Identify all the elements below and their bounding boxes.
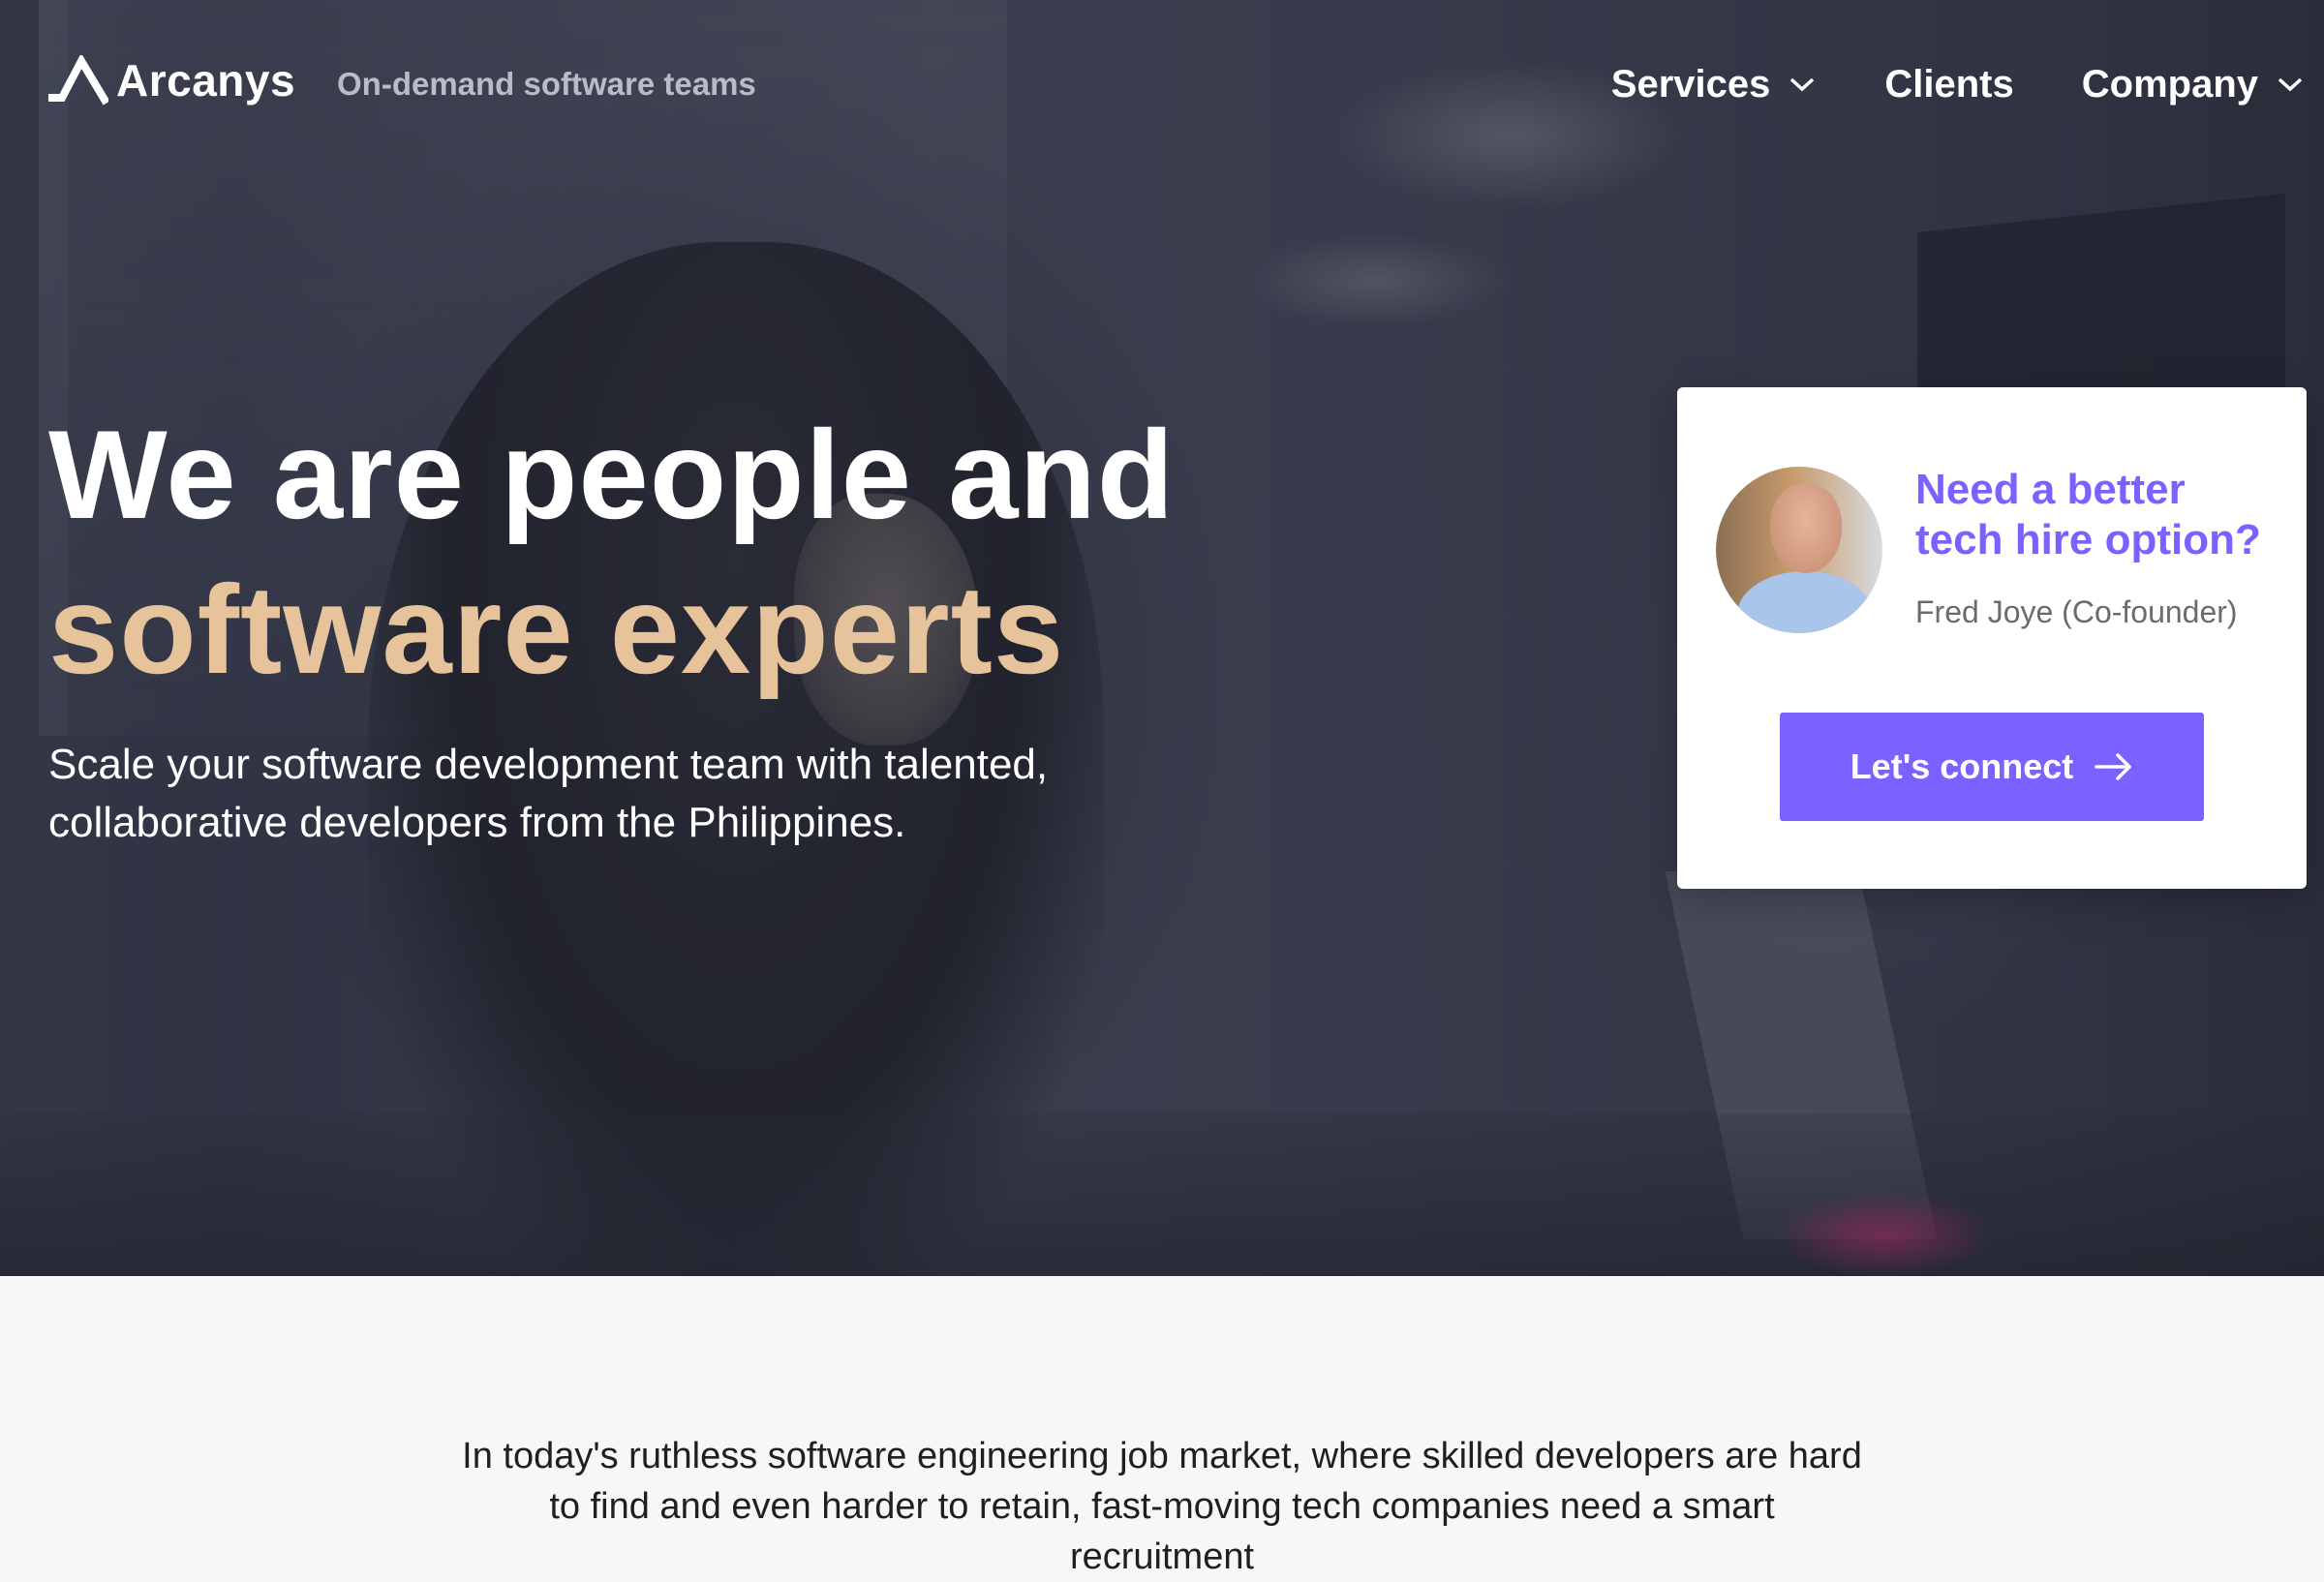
- avatar-face: [1770, 484, 1842, 573]
- nav-item-company[interactable]: Company: [2082, 63, 2305, 106]
- nav-item-clients[interactable]: Clients: [1884, 63, 2013, 106]
- nav-item-label: Company: [2081, 62, 2258, 106]
- hero-subheading: Scale your software development team wit…: [48, 741, 1049, 846]
- hero-headline-line1: We are people and: [48, 404, 1176, 545]
- brand-tagline: On-demand software teams: [337, 66, 756, 102]
- hero-headline: We are people and software experts: [48, 397, 1210, 707]
- nav-item-label: Services: [1610, 62, 1771, 106]
- contact-card-title: Need a better tech hire option?: [1915, 466, 2261, 563]
- contact-card: Need a better tech hire option? Fred Joy…: [1677, 387, 2307, 889]
- arcanys-logo-icon: [48, 55, 108, 106]
- intro-paragraph: In today's ruthless software engineering…: [462, 1436, 1862, 1577]
- lets-connect-label: Let's connect: [1850, 746, 2074, 786]
- lets-connect-button[interactable]: Let's connect: [1780, 713, 2204, 821]
- contact-card-person: Fred Joye (Co-founder): [1915, 594, 2238, 629]
- brand-name: Arcanys: [116, 55, 296, 106]
- avatar: [1716, 467, 1882, 633]
- nav-item-label: Clients: [1884, 62, 2014, 106]
- hero-headline-line2: software experts: [48, 559, 1065, 700]
- brand-logo-link[interactable]: Arcanys: [48, 54, 295, 106]
- avatar-shirt: [1737, 571, 1873, 633]
- main-menu: Services Clients Company: [1611, 60, 2324, 108]
- hero-section: Arcanys On-demand software teams Service…: [0, 0, 2324, 1276]
- arrow-right-icon: [2095, 753, 2132, 780]
- chevron-down-icon: [2278, 77, 2303, 92]
- nav-item-services[interactable]: Services: [1611, 63, 1818, 106]
- chevron-down-icon: [1790, 77, 1815, 92]
- top-navigation: Arcanys On-demand software teams Service…: [0, 0, 2324, 169]
